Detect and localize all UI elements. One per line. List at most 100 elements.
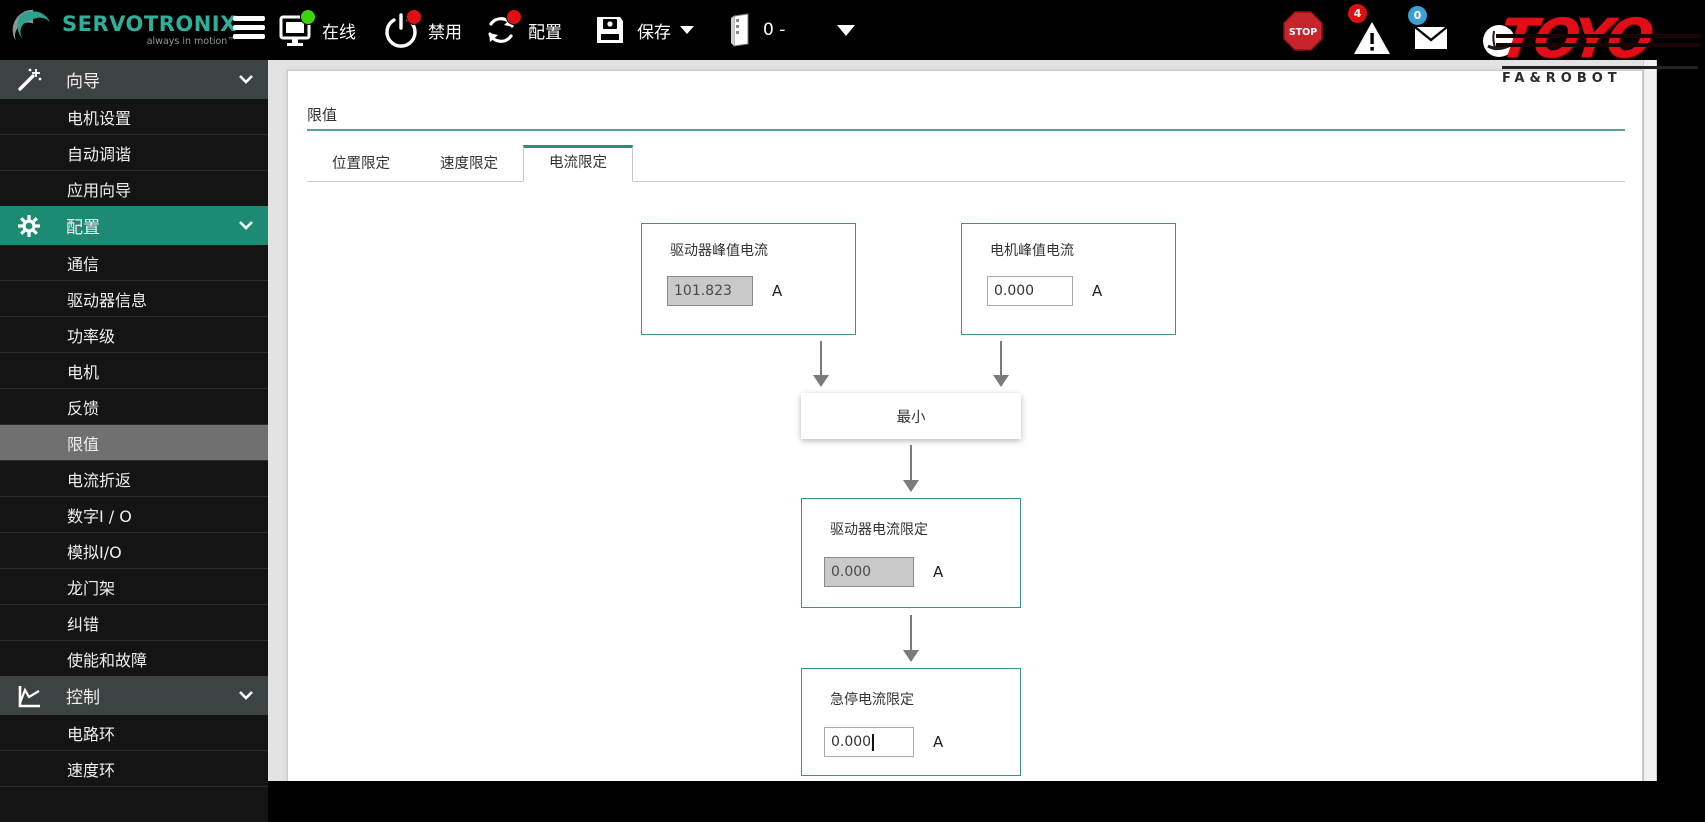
sidebar-item-label: 驱动器信息 (67, 287, 147, 311)
arrow-down-icon (1000, 341, 1002, 376)
config-label: 配置 (528, 18, 562, 43)
sidebar-section-control[interactable]: 控制 (0, 676, 268, 715)
sidebar-item-label: 自动调谐 (67, 141, 131, 165)
toyo-stripe (1496, 34, 1701, 38)
tab-velocity-limits[interactable]: 速度限定 (415, 148, 523, 181)
sidebar-item-drive-info[interactable]: 驱动器信息 (0, 280, 268, 316)
alerts-badge: 4 (1348, 4, 1367, 23)
messages-button[interactable]: 0 (1408, 4, 1454, 58)
save-icon (592, 12, 628, 48)
sidebar-item-label: 电机设置 (67, 105, 131, 129)
sidebar-item-gantry[interactable]: 龙门架 (0, 568, 268, 604)
toyo-stripe (1496, 43, 1701, 47)
gear-icon (16, 213, 42, 239)
sidebar-item-label: 模拟I/O (67, 539, 122, 563)
sidebar-item-digital-io[interactable]: 数字I / O (0, 496, 268, 532)
estop-current-limit-label: 急停电流限定 (830, 689, 914, 709)
disable-label: 禁用 (428, 18, 462, 43)
drive-dropdown-icon[interactable] (837, 25, 855, 36)
save-dropdown-icon[interactable] (680, 26, 694, 34)
sidebar-item-label: 控制 (66, 683, 100, 708)
sidebar-item-current-foldback[interactable]: 电流折返 (0, 460, 268, 496)
sidebar-section-wizard[interactable]: 向导 (0, 60, 268, 99)
motor-peak-current-label: 电机峰值电流 (990, 240, 1074, 260)
sidebar-item-motor[interactable]: 电机 (0, 352, 268, 388)
sidebar-item-analog-io[interactable]: 模拟I/O (0, 532, 268, 568)
drive-peak-current-box: 驱动器峰值电流 101.823 A (641, 223, 856, 335)
sidebar-section-config[interactable]: 配置 (0, 206, 268, 245)
toyo-logo: TOYO FA&ROBOT (1482, 12, 1705, 86)
min-node: 最小 (801, 393, 1021, 439)
drive-value: 0 - (763, 20, 785, 40)
sidebar-item-label: 电流折返 (67, 467, 131, 491)
estop-current-limit-input[interactable]: 0.000 (824, 727, 914, 757)
save-button[interactable]: 保存 (592, 0, 694, 60)
drive-current-limit-box: 驱动器电流限定 0.000 A (801, 498, 1021, 608)
config-sync[interactable]: 配置 (483, 0, 562, 60)
estop-current-limit-unit: A (933, 733, 943, 751)
online-status[interactable]: 在线 (277, 0, 356, 60)
wand-icon (16, 67, 42, 93)
sidebar-item-autotune[interactable]: 自动调谐 (0, 134, 268, 170)
estop-current-limit-box: 急停电流限定 0.000 A (801, 668, 1021, 776)
sidebar: 向导 电机设置 自动调谐 应用向导 配置 通信 驱动器信息 功率级 电机 反馈 … (0, 60, 268, 781)
page-title: 限值 (307, 104, 337, 125)
drive-selector[interactable]: 0 - (728, 0, 855, 60)
chevron-down-icon (238, 74, 254, 85)
alerts-button[interactable]: 4 (1348, 4, 1394, 58)
online-dot (300, 9, 316, 25)
toyo-brand: TOYO (1496, 12, 1705, 66)
sidebar-item-power-stage[interactable]: 功率级 (0, 316, 268, 352)
sidebar-item-label: 电路环 (67, 721, 115, 745)
warning-icon (1352, 20, 1392, 56)
stop-button[interactable]: STOP (1283, 11, 1323, 51)
sidebar-item-error-correction[interactable]: 纠错 (0, 604, 268, 640)
sidebar-item-label: 功率级 (67, 323, 115, 347)
step-response-icon (16, 683, 42, 709)
arrow-down-icon (910, 615, 912, 651)
sidebar-item-label: 数字I / O (67, 503, 132, 527)
power-icon (383, 12, 419, 48)
config-dot (506, 9, 522, 25)
menu-icon[interactable] (233, 16, 265, 44)
limits-tabbar: 位置限定 速度限定 电流限定 (307, 144, 1625, 182)
sidebar-item-label: 通信 (67, 251, 99, 275)
chevron-down-icon (238, 220, 254, 231)
disabled-dot (406, 9, 422, 25)
monitor-icon (277, 12, 313, 48)
sidebar-item-label: 使能和故障 (67, 647, 147, 671)
scrollbar[interactable] (1643, 60, 1657, 781)
topbar: SERVOTRONIX always in motion™ 在线 禁用 (0, 0, 1705, 60)
disable-control[interactable]: 禁用 (383, 0, 462, 60)
sidebar-item-label: 限值 (67, 431, 99, 455)
drive-current-limit-input: 0.000 (824, 557, 914, 587)
tab-position-limits[interactable]: 位置限定 (307, 148, 415, 181)
sidebar-item-label: 配置 (66, 213, 100, 238)
mail-icon (1414, 26, 1448, 50)
min-node-label: 最小 (897, 406, 926, 427)
sidebar-item-label: 龙门架 (67, 575, 115, 599)
sidebar-item-feedback[interactable]: 反馈 (0, 388, 268, 424)
sidebar-item-app-wizard[interactable]: 应用向导 (0, 170, 268, 206)
save-label: 保存 (637, 18, 671, 43)
arrow-down-icon (910, 445, 912, 481)
drive-peak-current-label: 驱动器峰值电流 (670, 240, 768, 260)
sidebar-item-current-loop[interactable]: 电路环 (0, 715, 268, 750)
title-underline (307, 129, 1625, 131)
sidebar-item-communication[interactable]: 通信 (0, 245, 268, 280)
sidebar-item-motor-setup[interactable]: 电机设置 (0, 99, 268, 134)
drive-peak-current-input: 101.823 (667, 276, 753, 306)
sidebar-item-label: 向导 (66, 67, 100, 92)
sidebar-item-label: 应用向导 (67, 177, 131, 201)
drive-current-limit-label: 驱动器电流限定 (830, 519, 928, 539)
brand-name: SERVOTRONIX (62, 14, 237, 35)
online-label: 在线 (322, 18, 356, 43)
tab-current-limits[interactable]: 电流限定 (523, 145, 633, 182)
text-cursor (872, 734, 874, 751)
sidebar-item-label: 反馈 (67, 395, 99, 419)
sidebar-item-partial (0, 786, 268, 822)
servotronix-logo: SERVOTRONIX always in motion™ (10, 7, 237, 53)
sidebar-item-limits[interactable]: 限值 (0, 424, 268, 460)
sidebar-item-enable-faults[interactable]: 使能和故障 (0, 640, 268, 676)
motor-peak-current-input[interactable]: 0.000 (987, 276, 1073, 306)
